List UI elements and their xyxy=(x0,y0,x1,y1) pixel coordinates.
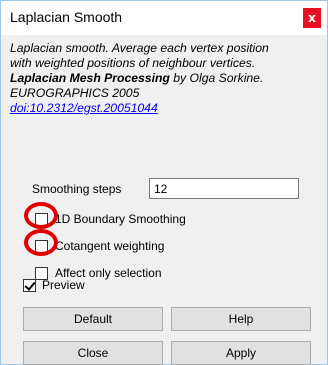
paper-venue: EUROGRAPHICS 2005 xyxy=(10,86,140,100)
help-button[interactable]: Help xyxy=(171,307,311,331)
annotation-circle xyxy=(24,202,58,229)
cotangent-weighting-label: Cotangent weighting xyxy=(55,239,165,253)
doi-link[interactable]: doi:10.2312/egst.20051044 xyxy=(10,101,158,115)
default-button[interactable]: Default xyxy=(23,307,163,331)
description-line-1: Laplacian smooth. Average each vertex po… xyxy=(10,41,269,55)
close-icon: x xyxy=(308,11,316,25)
paper-title: Laplacian Mesh Processing xyxy=(10,71,170,85)
smoothing-steps-input[interactable] xyxy=(149,178,299,199)
paper-author: by Olga Sorkine. xyxy=(169,71,264,85)
preview-label: Preview xyxy=(42,278,85,292)
close-button[interactable]: Close xyxy=(23,341,163,365)
description-line-2: with weighted positions of neighbour ver… xyxy=(10,56,256,70)
preview-checkbox[interactable] xyxy=(23,279,36,292)
laplacian-smooth-dialog: Laplacian Smooth x Laplacian smooth. Ave… xyxy=(0,0,328,365)
boundary-smoothing-label: 1D Boundary Smoothing xyxy=(55,212,186,226)
annotation-circle xyxy=(24,229,58,256)
description-reference: Laplacian Mesh Processing by Olga Sorkin… xyxy=(10,71,320,86)
smoothing-steps-label: Smoothing steps xyxy=(32,182,122,196)
dialog-title: Laplacian Smooth xyxy=(10,9,123,25)
close-window-button[interactable]: x xyxy=(303,8,321,28)
apply-button[interactable]: Apply xyxy=(171,341,311,365)
filter-description: Laplacian smooth. Average each vertex po… xyxy=(10,41,320,116)
title-bar: Laplacian Smooth x xyxy=(1,1,327,35)
